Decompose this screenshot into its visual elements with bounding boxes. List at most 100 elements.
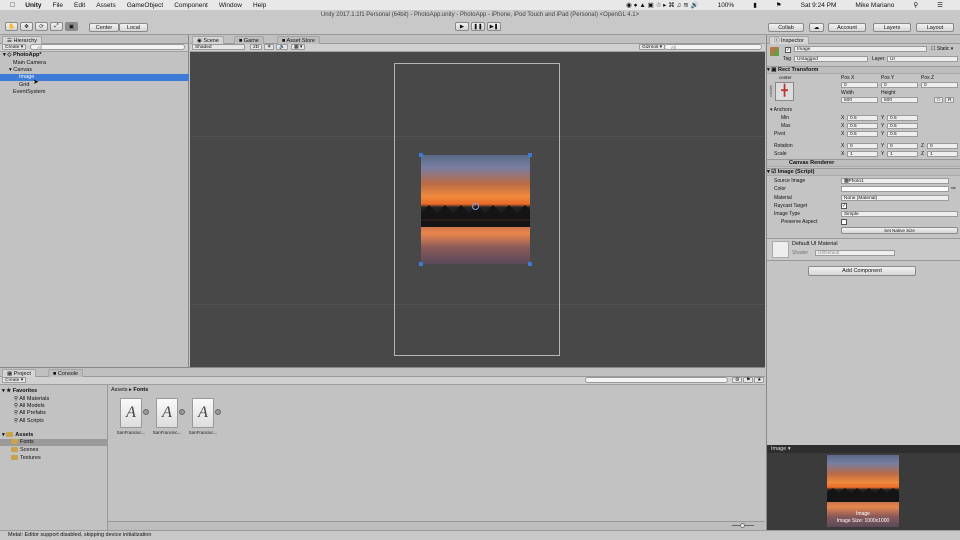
anchor-max-x-field[interactable]: 0.5: [847, 123, 878, 129]
add-component-button[interactable]: Add Component: [808, 266, 916, 276]
filter-label-icon[interactable]: ⚑: [743, 377, 754, 383]
preview-header[interactable]: Image ▾: [767, 445, 960, 453]
collab-dropdown[interactable]: Collab: [768, 23, 804, 32]
space-toggle[interactable]: Local: [119, 23, 148, 32]
favorite-all-scripts[interactable]: ⚲ All Scripts: [14, 418, 44, 424]
rotation-x-field[interactable]: 0: [847, 143, 878, 149]
tab-hierarchy[interactable]: ☰ Hierarchy: [2, 36, 43, 44]
gizmos-dropdown[interactable]: Gizmos ▾: [639, 44, 666, 50]
anchor-min-x-field[interactable]: 0.5: [847, 115, 878, 121]
menu-file[interactable]: File: [53, 2, 63, 9]
raw-edit-button[interactable]: R: [945, 97, 955, 103]
filter-type-icon[interactable]: ⚙: [732, 377, 743, 383]
project-search-input[interactable]: [585, 377, 728, 383]
rect-handle-bl[interactable]: [419, 262, 423, 266]
hierarchy-item-eventsystem[interactable]: EventSystem: [0, 89, 189, 96]
hierarchy-item-image[interactable]: Image: [0, 74, 189, 81]
expand-arrow-icon[interactable]: [215, 409, 221, 415]
rotation-y-field[interactable]: 0: [887, 143, 918, 149]
eyedropper-icon[interactable]: ✑: [951, 185, 956, 192]
pivot-x-field[interactable]: 0.5: [847, 131, 878, 137]
tab-scene[interactable]: ◉ Scene: [192, 36, 224, 44]
apple-icon[interactable]: : [10, 2, 15, 9]
folder-textures[interactable]: Textures: [11, 455, 41, 461]
rect-handle-br[interactable]: [528, 262, 532, 266]
material-field[interactable]: None (Material): [841, 195, 949, 201]
anchor-min-y-field[interactable]: 0.5: [887, 115, 918, 121]
tab-project[interactable]: ▦ Project: [2, 369, 36, 377]
folder-scenes[interactable]: Scenes: [11, 447, 38, 453]
battery-percent[interactable]: 100%: [718, 2, 735, 9]
tab-inspector[interactable]: ⓘ Inspector: [769, 36, 809, 44]
canvas-renderer-header[interactable]: Canvas Renderer: [767, 159, 960, 167]
status-icons[interactable]: ◉ ● ▲ ▣ ☃ ▸ ⌘ ♫ ≋ 🔊: [626, 1, 698, 9]
source-image-field[interactable]: ▩Photo1: [841, 178, 949, 184]
scale-z-field[interactable]: 1: [927, 151, 958, 157]
battery-icon[interactable]: ▮: [753, 1, 757, 9]
shading-dropdown[interactable]: Shaded: [192, 44, 245, 50]
tab-console[interactable]: ■ Console: [48, 369, 84, 377]
rect-handle-tl[interactable]: [419, 153, 423, 157]
scale-tool-button[interactable]: ⤢: [50, 22, 63, 31]
tag-dropdown[interactable]: Untagged: [794, 56, 868, 62]
pos-z-field[interactable]: 0: [921, 82, 958, 88]
tab-asset-store[interactable]: ■ Asset Store: [277, 36, 320, 44]
tab-game[interactable]: ■ Game: [234, 36, 264, 44]
font-file-icon[interactable]: A: [156, 398, 178, 428]
height-field[interactable]: 500: [881, 97, 918, 103]
preserve-aspect-checkbox[interactable]: [841, 219, 847, 225]
raycast-checkbox[interactable]: ✓: [841, 203, 847, 209]
assets-header[interactable]: ▾ Assets: [2, 432, 33, 438]
pivot-toggle[interactable]: Center: [89, 23, 119, 32]
hand-tool-button[interactable]: ✋: [5, 22, 18, 31]
rect-transform-header[interactable]: ▾ ▣ Rect Transform: [767, 66, 960, 74]
hierarchy-create-button[interactable]: Create ▾: [2, 44, 27, 50]
pause-button[interactable]: ❚❚: [471, 22, 485, 31]
zoom-slider-thumb[interactable]: [740, 523, 745, 528]
hierarchy-search-input[interactable]: All: [30, 44, 185, 50]
menu-assets[interactable]: Assets: [96, 2, 116, 9]
pos-x-field[interactable]: 0: [841, 82, 878, 88]
cloud-button[interactable]: ☁: [809, 23, 824, 32]
favorite-all-prefabs[interactable]: ⚲ All Prefabs: [14, 410, 46, 416]
menu-edit[interactable]: Edit: [74, 2, 85, 9]
font-file-icon[interactable]: A: [120, 398, 142, 428]
list-icon[interactable]: ☰: [937, 1, 943, 9]
hierarchy-item-main-camera[interactable]: Main Camera: [0, 60, 189, 67]
menu-app[interactable]: Unity: [25, 2, 41, 9]
image-script-header[interactable]: ▾ ☑ Image (Script): [767, 168, 960, 176]
set-native-size-button[interactable]: Set Native Size: [841, 227, 958, 234]
anchor-max-y-field[interactable]: 0.5: [887, 123, 918, 129]
active-checkbox[interactable]: ✓: [785, 47, 791, 53]
menubar-clock[interactable]: Sat 9:24 PM: [801, 2, 837, 9]
menu-gameobject[interactable]: GameObject: [127, 2, 164, 9]
rotate-tool-button[interactable]: ⟳: [35, 22, 48, 31]
layout-dropdown[interactable]: Layout: [916, 23, 954, 32]
lighting-toggle[interactable]: ☀: [264, 44, 275, 50]
menu-help[interactable]: Help: [253, 2, 266, 9]
move-tool-button[interactable]: ✥: [20, 22, 33, 31]
menu-component[interactable]: Component: [174, 2, 208, 9]
audio-toggle[interactable]: 🔈: [276, 44, 288, 50]
favorite-all-materials[interactable]: ⚲ All Materials: [14, 396, 49, 402]
hierarchy-item-grid[interactable]: Grid: [0, 82, 189, 89]
pivot-handle[interactable]: [472, 203, 479, 210]
flag-icon[interactable]: ⚑: [776, 1, 782, 9]
folder-fonts[interactable]: Fonts: [0, 439, 108, 446]
rect-handle-tr[interactable]: [528, 153, 532, 157]
static-toggle[interactable]: ☐ Static ▾: [931, 46, 953, 52]
scene-search-input[interactable]: All: [664, 44, 762, 50]
menubar-user[interactable]: Mike Mariano: [855, 2, 894, 9]
favorites-header[interactable]: ▾ ★ Favorites: [2, 388, 37, 394]
breadcrumb-fonts[interactable]: Fonts: [133, 387, 148, 393]
favorite-star-icon[interactable]: ★: [754, 377, 765, 383]
anchors-foldout[interactable]: ▾ Anchors: [770, 107, 792, 113]
effects-dropdown[interactable]: ▦ ▾: [291, 44, 306, 50]
scale-y-field[interactable]: 1: [887, 151, 918, 157]
account-dropdown[interactable]: Account: [828, 23, 866, 32]
pivot-y-field[interactable]: 0.5: [887, 131, 918, 137]
blueprint-button[interactable]: □: [934, 97, 943, 103]
font-file-icon[interactable]: A: [192, 398, 214, 428]
layer-dropdown[interactable]: UI: [887, 56, 958, 62]
anchor-preset-button[interactable]: ╋: [775, 82, 794, 101]
